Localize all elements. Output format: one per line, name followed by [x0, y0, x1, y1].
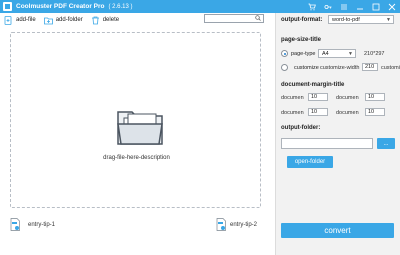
add-file-icon	[4, 15, 13, 25]
document-convert-icon	[216, 218, 226, 231]
output-folder-value	[282, 139, 284, 145]
customize-width-input[interactable]: 210	[362, 63, 378, 71]
chevron-down-icon: ▼	[348, 51, 353, 57]
cart-icon[interactable]	[307, 2, 316, 11]
page-type-select[interactable]: A4 ▼	[318, 49, 356, 58]
chevron-down-icon: ▼	[386, 17, 391, 23]
margin-right-input[interactable]: 10	[365, 108, 385, 116]
customize-width-value: 210	[365, 64, 375, 70]
delete-button[interactable]: delete	[91, 14, 119, 26]
add-folder-icon	[43, 16, 53, 25]
customize-width-label: customize-width	[320, 65, 360, 71]
margin-bottom-label: documen	[336, 95, 359, 101]
output-format-value: word-to-pdf	[332, 16, 360, 23]
page-type-value: A4	[322, 50, 329, 57]
trash-icon	[91, 16, 100, 25]
page-type-radio[interactable]	[281, 50, 288, 57]
margin-right-value: 10	[368, 109, 375, 115]
file-list-panel: add-file add-folder delete drag-file-her…	[0, 13, 275, 255]
add-file-label: add-file	[16, 17, 36, 23]
delete-label: delete	[102, 17, 120, 23]
customize-radio[interactable]	[281, 64, 288, 71]
app-logo-icon	[3, 2, 12, 11]
folder-icon	[116, 108, 164, 146]
margin-left-label: documen	[281, 110, 304, 116]
entry-tip-1-label: entry-tip-1	[28, 221, 56, 228]
page-type-dims: 210*297	[364, 51, 385, 57]
app-version: ( 2.6.13 )	[108, 3, 133, 10]
settings-panel: output-format: word-to-pdf ▼ page-size-t…	[275, 13, 400, 255]
drop-description: drag-file-here-description	[103, 155, 170, 161]
entry-tip-1: entry-tip-1	[10, 218, 55, 231]
margin-title: document-margin-title	[281, 82, 345, 88]
page-size-title: page-size-title	[281, 37, 322, 43]
document-convert-icon	[10, 218, 20, 231]
margin-top-label: documen	[281, 95, 304, 101]
search-icon[interactable]	[255, 14, 261, 23]
entry-tip-2-label: entry-tip-2	[230, 221, 258, 228]
page-type-label: page-type	[291, 50, 316, 57]
drop-zone[interactable]: drag-file-here-description	[10, 32, 261, 208]
minimize-icon[interactable]	[355, 2, 364, 11]
margin-top-input[interactable]: 10	[308, 93, 328, 101]
customize-option[interactable]: customize	[281, 64, 319, 71]
margin-right-label: documen	[336, 110, 359, 116]
output-format-select[interactable]: word-to-pdf ▼	[328, 15, 394, 24]
settings-icon[interactable]	[339, 2, 348, 11]
add-folder-button[interactable]: add-folder	[43, 14, 83, 26]
output-folder-label: output-folder:	[281, 125, 321, 131]
open-folder-button[interactable]: open-folder	[287, 156, 333, 168]
app-title: Coolmuster PDF Creator Pro	[16, 3, 105, 10]
margin-left-input[interactable]: 10	[308, 108, 328, 116]
output-folder-input[interactable]	[281, 138, 373, 149]
browse-button[interactable]: ...	[377, 138, 395, 149]
customize-height-label: customize	[381, 65, 400, 71]
window-controls	[307, 2, 396, 11]
customize-label: customize	[294, 64, 319, 71]
close-icon[interactable]	[387, 2, 396, 11]
maximize-icon[interactable]	[371, 2, 380, 11]
margin-bottom-input[interactable]: 10	[365, 93, 385, 101]
toolbar: add-file add-folder delete	[0, 13, 275, 27]
add-folder-label: add-folder	[55, 17, 83, 23]
output-format-label: output-format:	[281, 17, 323, 23]
search-input[interactable]	[205, 15, 255, 22]
margin-left-value: 10	[311, 109, 318, 115]
entry-tip-2: entry-tip-2	[216, 218, 257, 231]
page-type-option[interactable]: page-type	[281, 50, 315, 57]
convert-button[interactable]: convert	[281, 223, 394, 238]
search-box	[204, 14, 264, 23]
key-icon[interactable]	[323, 2, 332, 11]
title-bar: Coolmuster PDF Creator Pro ( 2.6.13 )	[0, 0, 400, 13]
margin-bottom-value: 10	[368, 94, 375, 100]
margin-top-value: 10	[311, 94, 318, 100]
add-file-button[interactable]: add-file	[4, 14, 36, 26]
